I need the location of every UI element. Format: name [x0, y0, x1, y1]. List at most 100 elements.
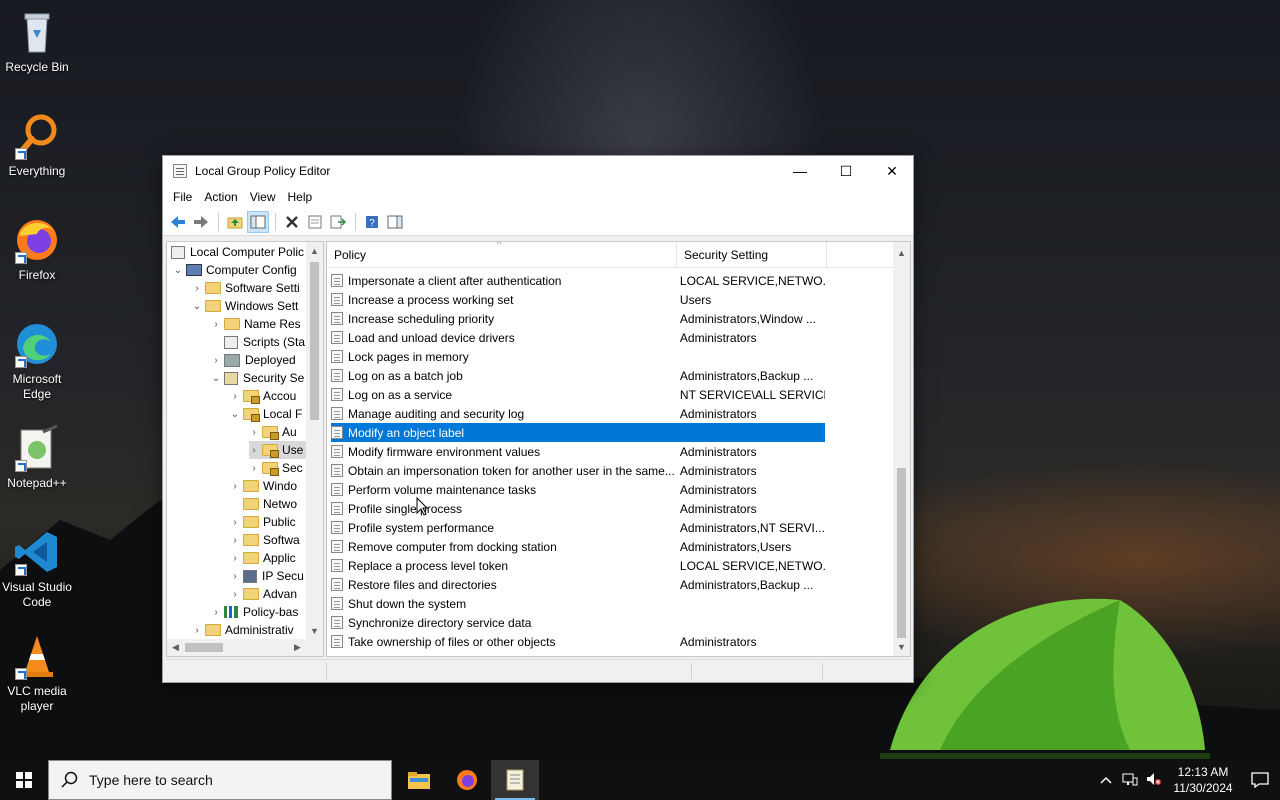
policy-row[interactable]: Manage auditing and security log Administ… — [331, 404, 825, 423]
policy-row[interactable]: Synchronize directory service data — [331, 613, 825, 632]
column-header-policy[interactable]: Policy ^ — [327, 242, 677, 267]
scrollbar-thumb[interactable] — [310, 262, 319, 420]
show-hide-console-tree-button[interactable] — [247, 210, 269, 233]
menu-action[interactable]: Action — [198, 190, 243, 204]
tree-item-software-settings[interactable]: › Software Setti — [192, 279, 299, 297]
column-header-security-setting[interactable]: Security Setting — [677, 242, 827, 267]
tree-item-policy-based-qos[interactable]: › Policy-bas — [211, 603, 298, 621]
taskbar-search-box[interactable]: Type here to search — [48, 760, 392, 800]
scrollbar-thumb[interactable] — [185, 643, 223, 652]
policy-row[interactable]: Modify an object label — [331, 423, 825, 442]
taskbar-clock[interactable]: 12:13 AM 11/30/2024 — [1166, 764, 1240, 796]
tree-item-security-options[interactable]: › Sec — [249, 459, 303, 477]
policy-row[interactable]: Load and unload device drivers Administra… — [331, 328, 825, 347]
chevron-right-icon[interactable]: › — [230, 517, 240, 528]
desktop-icon-vlc[interactable]: VLC media player — [2, 632, 72, 714]
policy-row[interactable]: Impersonate a client after authenticatio… — [331, 271, 825, 290]
tree-item-security-settings[interactable]: ⌄ Security Se — [211, 369, 305, 387]
tree-item-application-control[interactable]: › Applic — [230, 549, 295, 567]
chevron-down-icon[interactable]: ⌄ — [211, 373, 221, 384]
policy-row[interactable]: Profile single process Administrators — [331, 499, 825, 518]
back-button[interactable] — [167, 211, 189, 233]
tree-item-ip-security[interactable]: › IP Secu — [230, 567, 303, 585]
chevron-right-icon[interactable]: › — [249, 463, 259, 474]
tree-item-name-resolution[interactable]: › Name Res — [211, 315, 300, 333]
policy-row[interactable]: Restore files and directories Administrat… — [331, 575, 825, 594]
forward-button[interactable] — [190, 211, 212, 233]
maximize-button[interactable]: ☐ — [823, 156, 869, 186]
chevron-down-icon[interactable]: ⌄ — [173, 265, 183, 276]
chevron-right-icon[interactable]: › — [230, 553, 240, 564]
show-action-pane-button[interactable] — [384, 211, 406, 233]
volume-muted-icon[interactable] — [1142, 772, 1166, 789]
console-tree[interactable]: Local Computer Polic ⌄ Computer Config ›… — [166, 241, 324, 657]
tree-item-deployed-printers[interactable]: › Deployed — [211, 351, 295, 369]
chevron-right-icon[interactable]: › — [230, 391, 240, 402]
minimize-button[interactable]: — — [777, 156, 823, 186]
list-vertical-scrollbar[interactable]: ▲ ▼ — [893, 242, 910, 656]
chevron-right-icon[interactable]: › — [230, 589, 240, 600]
desktop-icon-everything[interactable]: Everything — [2, 112, 72, 179]
export-list-button[interactable] — [327, 211, 349, 233]
tree-vertical-scrollbar[interactable]: ▲ ▼ — [306, 242, 323, 640]
desktop-icon-firefox[interactable]: Firefox — [2, 216, 72, 283]
help-button[interactable]: ? — [361, 211, 383, 233]
delete-button[interactable] — [281, 211, 303, 233]
policy-list[interactable]: Policy ^ Security Setting Impersonate a … — [326, 241, 911, 657]
notifications-icon[interactable] — [1240, 772, 1280, 788]
scroll-up-arrow-icon[interactable]: ▲ — [893, 244, 910, 261]
chevron-right-icon[interactable]: › — [192, 283, 202, 294]
menu-help[interactable]: Help — [282, 190, 319, 204]
policy-row[interactable]: Take ownership of files or other objects… — [331, 632, 825, 651]
scroll-down-arrow-icon[interactable]: ▼ — [306, 622, 323, 639]
policy-row[interactable]: Replace a process level token LOCAL SERVI… — [331, 556, 825, 575]
tree-item-computer-configuration[interactable]: ⌄ Computer Config — [173, 261, 297, 279]
chevron-right-icon[interactable]: › — [230, 571, 240, 582]
scroll-down-arrow-icon[interactable]: ▼ — [893, 638, 910, 655]
chevron-right-icon[interactable]: › — [192, 625, 202, 636]
chevron-right-icon[interactable]: › — [249, 445, 259, 456]
taskbar-firefox[interactable] — [443, 760, 491, 800]
tree-item-windows-settings[interactable]: ⌄ Windows Sett — [192, 297, 299, 315]
desktop-icon-vscode[interactable]: Visual Studio Code — [2, 528, 72, 610]
tree-item-account-policies[interactable]: › Accou — [230, 387, 296, 405]
policy-row[interactable]: Profile system performance Administrators… — [331, 518, 825, 537]
start-button[interactable] — [0, 760, 48, 800]
up-one-level-button[interactable] — [224, 211, 246, 233]
tree-item-windows-firewall[interactable]: › Windo — [230, 477, 297, 495]
properties-button[interactable] — [304, 211, 326, 233]
policy-row[interactable]: Increase a process working set Users — [331, 290, 825, 309]
chevron-right-icon[interactable]: › — [249, 427, 259, 438]
menu-view[interactable]: View — [244, 190, 282, 204]
tree-item-public-key-policies[interactable]: › Public — [230, 513, 295, 531]
chevron-right-icon[interactable]: › — [211, 319, 221, 330]
chevron-right-icon[interactable]: › — [211, 607, 221, 618]
tree-item-software-restriction[interactable]: › Softwa — [230, 531, 299, 549]
tree-item-audit-policy[interactable]: › Au — [249, 423, 297, 441]
policy-row[interactable]: Log on as a service NT SERVICE\ALL SERVIC… — [331, 385, 825, 404]
network-icon[interactable] — [1118, 772, 1142, 789]
chevron-right-icon[interactable]: › — [211, 355, 221, 366]
chevron-down-icon[interactable]: ⌄ — [192, 301, 202, 312]
show-hidden-icons-chevron-up-icon[interactable] — [1094, 773, 1118, 787]
tree-item-local-computer-policy[interactable]: Local Computer Polic — [171, 243, 304, 261]
policy-row[interactable]: Lock pages in memory — [331, 347, 825, 366]
title-bar[interactable]: Local Group Policy Editor — ☐ ✕ — [163, 156, 913, 186]
chevron-right-icon[interactable]: › — [230, 535, 240, 546]
tree-item-local-policies[interactable]: ⌄ Local F — [230, 405, 302, 423]
taskbar-file-explorer[interactable] — [395, 760, 443, 800]
tree-item-scripts[interactable]: Scripts (Sta — [211, 333, 305, 351]
chevron-right-icon[interactable]: › — [230, 481, 240, 492]
scroll-left-arrow-icon[interactable]: ◀ — [167, 639, 184, 656]
taskbar-group-policy-editor[interactable] — [491, 760, 539, 800]
chevron-down-icon[interactable]: ⌄ — [230, 409, 240, 420]
desktop-icon-recycle-bin[interactable]: Recycle Bin — [2, 8, 72, 75]
close-button[interactable]: ✕ — [869, 156, 915, 186]
scrollbar-thumb[interactable] — [897, 468, 906, 638]
policy-row[interactable]: Remove computer from docking station Admi… — [331, 537, 825, 556]
tree-item-network-list[interactable]: Netwo — [230, 495, 297, 513]
scroll-right-arrow-icon[interactable]: ▶ — [289, 639, 306, 656]
policy-row[interactable]: Shut down the system — [331, 594, 825, 613]
tree-horizontal-scrollbar[interactable]: ◀ ▶ — [167, 639, 323, 656]
policy-row[interactable]: Perform volume maintenance tasks Administ… — [331, 480, 825, 499]
